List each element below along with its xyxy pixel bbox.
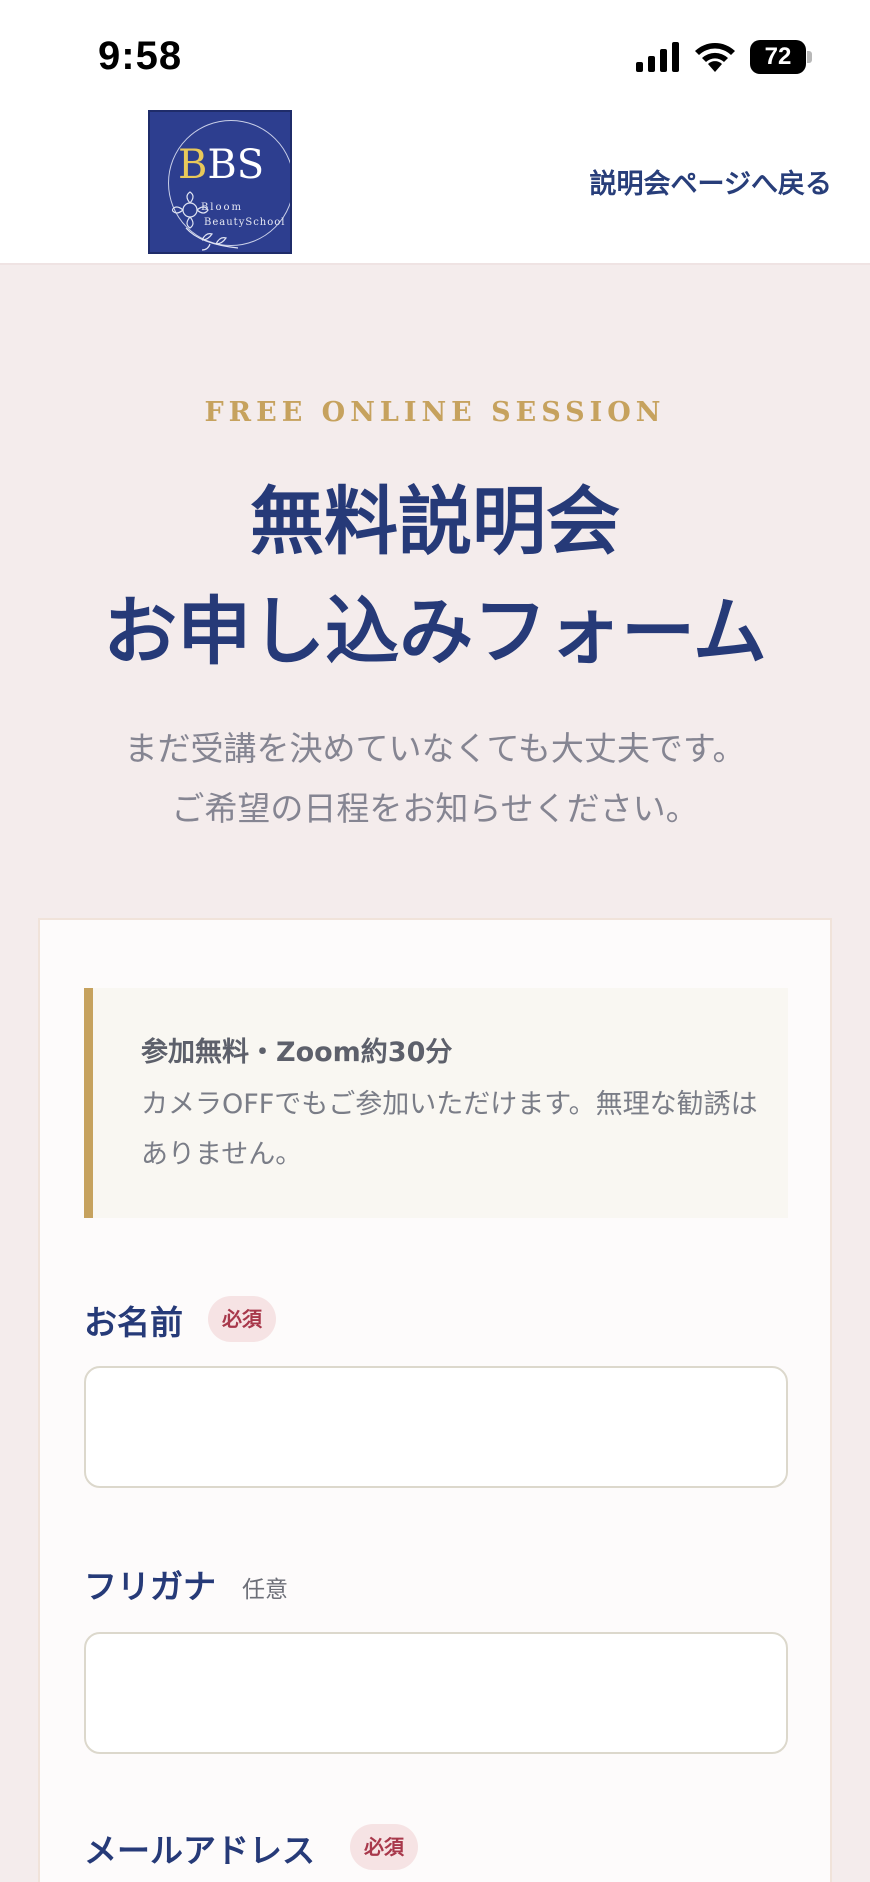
battery-icon: 72 [750,40,812,74]
battery-level: 72 [764,43,792,70]
page-subtitle: まだ受講を決めていなくても大丈夫です。 ご希望の日程をお知らせください。 [124,729,746,828]
name-label: お名前 [84,1303,183,1342]
application-form: 参加無料・Zoom約30分 カメラOFFでもご参加いただけます。無理な勧誘はあり… [38,918,832,1882]
status-bar: 9:58 72 [0,0,870,110]
logo-mark: BBS [178,142,265,188]
name-input[interactable] [84,1366,788,1488]
logo-line-2: BeautySchool [204,217,286,228]
hero-section: FREE ONLINE SESSION 無料説明会 お申し込みフォーム まだ受講… [0,267,870,917]
furigana-input[interactable] [84,1632,788,1754]
notice-body: カメラOFFでもご参加いただけます。無理な勧誘はありません。 [141,1089,758,1170]
info-notice: 参加無料・Zoom約30分 カメラOFFでもご参加いただけます。無理な勧誘はあり… [84,988,788,1218]
page-title: 無料説明会 お申し込みフォーム [103,479,767,675]
notice-title: 参加無料・Zoom約30分 [141,1037,453,1068]
signal-icon [636,42,679,72]
logo-line-1: Bloom [200,202,244,213]
eyebrow-text: FREE ONLINE SESSION [204,397,666,428]
required-badge: 必須 [350,1824,418,1870]
wifi-icon [695,43,735,72]
status-time: 9:58 [98,34,183,78]
optional-badge: 任意 [242,1577,288,1603]
back-to-session-link[interactable]: 説明会ページへ戻る [590,162,832,201]
logo[interactable]: BBS Bloom BeautySchool [148,110,292,254]
site-header: BBS Bloom BeautySchool 説明会ページへ戻る [0,110,870,265]
furigana-label: フリガナ [84,1567,216,1606]
email-label: メールアドレス [84,1831,315,1870]
required-badge: 必須 [208,1296,276,1342]
